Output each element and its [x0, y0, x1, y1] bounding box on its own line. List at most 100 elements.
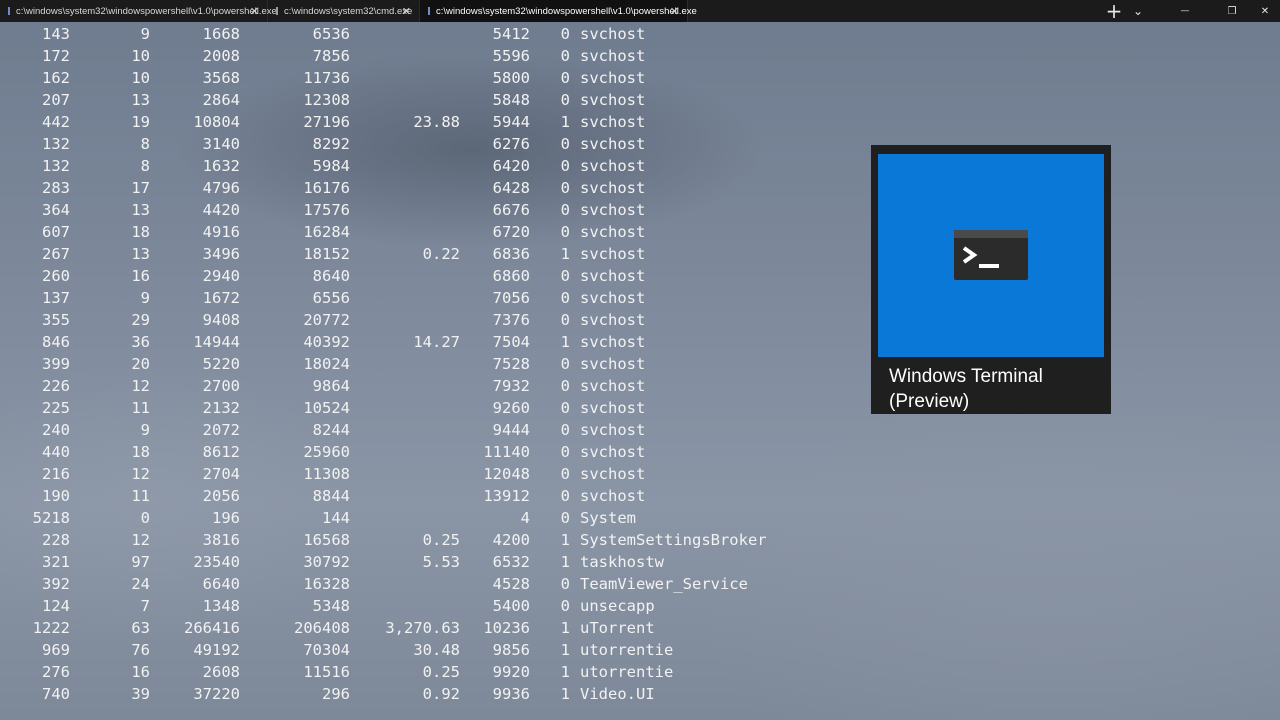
pm-k-cell: 2700 — [202, 377, 240, 395]
tab-label: c:\windows\system32\cmd.exe — [284, 5, 413, 17]
process-name-cell: svchost — [580, 399, 646, 417]
ws-k-cell: 7856 — [312, 47, 350, 65]
process-row: 143 9 1668 6536 5412 0 svchost — [0, 23, 860, 45]
close-icon[interactable]: ✕ — [670, 5, 679, 18]
process-name-cell: svchost — [580, 157, 646, 175]
npm-k-cell: 8 — [140, 157, 150, 175]
session-id-cell: 0 — [560, 509, 570, 527]
cpu-s-cell: 0.22 — [422, 245, 460, 263]
minimize-button[interactable]: — — [1165, 0, 1205, 22]
handles-cell: 740 — [42, 685, 70, 703]
session-id-cell: 0 — [560, 157, 570, 175]
process-id-cell: 4 — [520, 509, 530, 527]
process-row: 172 10 2008 7856 5596 0 svchost — [0, 45, 860, 67]
pm-k-cell: 3816 — [202, 531, 240, 549]
handles-cell: 216 — [42, 465, 70, 483]
process-name-cell: svchost — [580, 311, 646, 329]
ws-k-cell: 20772 — [303, 311, 350, 329]
close-window-button[interactable]: ✕ — [1250, 0, 1280, 22]
process-id-cell: 9260 — [492, 399, 530, 417]
npm-k-cell: 0 — [140, 509, 150, 527]
process-row: 276 16 2608 11516 0.25 9920 1 utorrentie — [0, 661, 860, 683]
pm-k-cell: 2072 — [202, 421, 240, 439]
ws-k-cell: 8640 — [312, 267, 350, 285]
npm-k-cell: 76 — [131, 641, 150, 659]
chevron-down-icon[interactable]: ⌄ — [1128, 0, 1148, 22]
pm-k-cell: 37220 — [193, 685, 240, 703]
process-row: 228 12 3816 16568 0.25 4200 1 SystemSettingsBro… — [0, 529, 860, 551]
npm-k-cell: 9 — [140, 289, 150, 307]
handles-cell: 846 — [42, 333, 70, 351]
process-id-cell: 6420 — [492, 157, 530, 175]
handles-cell: 276 — [42, 663, 70, 681]
session-id-cell: 0 — [560, 575, 570, 593]
process-id-cell: 6860 — [492, 267, 530, 285]
npm-k-cell: 13 — [131, 91, 150, 109]
new-tab-button[interactable]: + — [1100, 0, 1128, 23]
ws-k-cell: 11308 — [303, 465, 350, 483]
tab-powershell-2[interactable]: c:\windows\system32\windowspowershell\v1… — [420, 0, 697, 22]
ws-k-cell: 8292 — [312, 135, 350, 153]
pm-k-cell: 2008 — [202, 47, 240, 65]
handles-cell: 399 — [42, 355, 70, 373]
npm-k-cell: 29 — [131, 311, 150, 329]
pm-k-cell: 4796 — [202, 179, 240, 197]
pm-k-cell: 8612 — [202, 443, 240, 461]
handles-cell: 172 — [42, 47, 70, 65]
npm-k-cell: 16 — [131, 663, 150, 681]
session-id-cell: 1 — [560, 113, 570, 131]
close-icon[interactable]: ✕ — [250, 5, 259, 18]
ws-k-cell: 10524 — [303, 399, 350, 417]
session-id-cell: 1 — [560, 663, 570, 681]
npm-k-cell: 20 — [131, 355, 150, 373]
ws-k-cell: 12308 — [303, 91, 350, 109]
npm-k-cell: 10 — [131, 69, 150, 87]
session-id-cell: 0 — [560, 311, 570, 329]
maximize-button[interactable]: ❐ — [1212, 0, 1252, 22]
windows-terminal-tile[interactable]: Windows Terminal (Preview) — [871, 145, 1111, 414]
npm-k-cell: 39 — [131, 685, 150, 703]
process-row: 226 12 2700 9864 7932 0 svchost — [0, 375, 860, 397]
tile-label-line1: Windows Terminal — [889, 366, 1043, 387]
ws-k-cell: 296 — [322, 685, 350, 703]
process-id-cell: 7528 — [492, 355, 530, 373]
pm-k-cell: 5220 — [202, 355, 240, 373]
process-row: 607 18 4916 16284 6720 0 svchost — [0, 221, 860, 243]
process-name-cell: utorrentie — [580, 663, 674, 681]
tab-cmd[interactable]: c:\windows\system32\cmd.exe ✕ — [268, 0, 420, 22]
process-id-cell: 9920 — [492, 663, 530, 681]
process-name-cell: Video.UI — [580, 685, 655, 703]
ws-k-cell: 40392 — [303, 333, 350, 351]
pm-k-cell: 266416 — [184, 619, 240, 637]
handles-cell: 283 — [42, 179, 70, 197]
process-row: 216 12 2704 11308 12048 0 svchost — [0, 463, 860, 485]
process-row: 740 39 37220 296 0.92 9936 1 Video.UI — [0, 683, 860, 705]
tab-label: c:\windows\system32\windowspowershell\v1… — [436, 5, 697, 17]
npm-k-cell: 12 — [131, 531, 150, 549]
process-name-cell: svchost — [580, 267, 646, 285]
ws-k-cell: 18152 — [303, 245, 350, 263]
session-id-cell: 0 — [560, 443, 570, 461]
tab-powershell-1[interactable]: c:\windows\system32\windowspowershell\v1… — [0, 0, 277, 22]
title-bar: c:\windows\system32\windowspowershell\v1… — [0, 0, 1280, 23]
close-icon[interactable]: ✕ — [402, 5, 411, 18]
process-name-cell: svchost — [580, 465, 646, 483]
process-name-cell: svchost — [580, 245, 646, 263]
process-row: 260 16 2940 8640 6860 0 svchost — [0, 265, 860, 287]
terminal-prompt-icon — [954, 230, 1028, 280]
pm-k-cell: 10804 — [193, 113, 240, 131]
handles-cell: 1222 — [32, 619, 70, 637]
session-id-cell: 1 — [560, 641, 570, 659]
ws-k-cell: 8244 — [312, 421, 350, 439]
terminal-output[interactable]: 143 9 1668 6536 5412 0 svchost 172 10 2008 7856 559… — [0, 23, 860, 705]
process-name-cell: taskhostw — [580, 553, 664, 571]
npm-k-cell: 9 — [140, 421, 150, 439]
process-name-cell: svchost — [580, 91, 646, 109]
session-id-cell: 0 — [560, 597, 570, 615]
session-id-cell: 0 — [560, 201, 570, 219]
npm-k-cell: 19 — [131, 113, 150, 131]
handles-cell: 440 — [42, 443, 70, 461]
npm-k-cell: 12 — [131, 465, 150, 483]
cmd-icon — [276, 7, 278, 15]
cpu-s-cell: 3,270.63 — [385, 619, 460, 637]
